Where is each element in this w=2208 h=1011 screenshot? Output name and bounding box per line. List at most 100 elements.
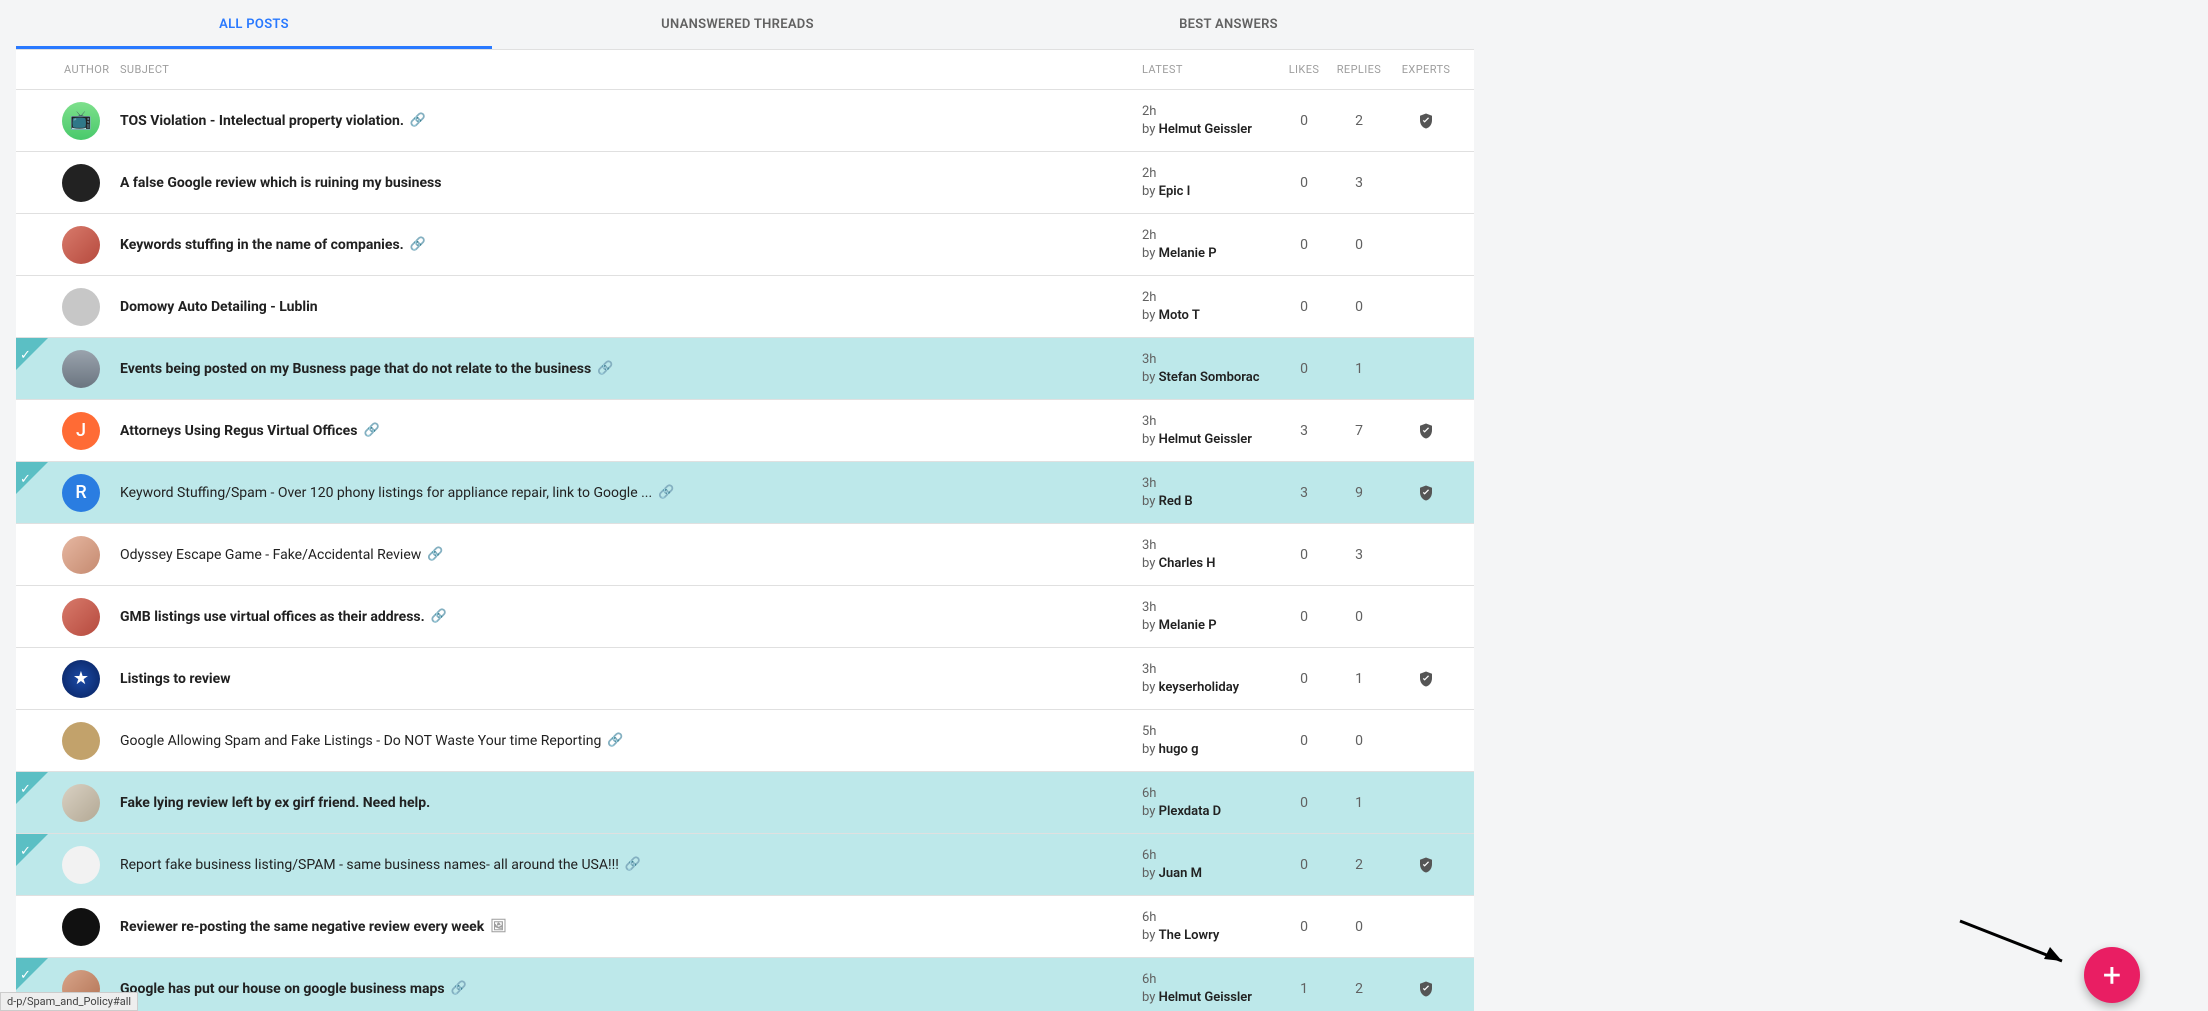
thread-row[interactable]: ✓★Listings to review3hby keyserholiday01 bbox=[16, 648, 1474, 710]
resolved-check-icon: ✓ bbox=[20, 844, 31, 859]
thread-row[interactable]: ✓Google Allowing Spam and Fake Listings … bbox=[16, 710, 1474, 772]
likes-cell: 0 bbox=[1280, 175, 1328, 191]
avatar[interactable] bbox=[62, 226, 100, 264]
latest-cell: 2hby Epic I bbox=[1142, 165, 1280, 200]
subject-cell[interactable]: Events being posted on my Busness page t… bbox=[120, 361, 1142, 377]
latest-time: 3h bbox=[1142, 661, 1280, 679]
tab-best-answers[interactable]: BEST ANSWERS bbox=[983, 0, 1474, 49]
link-icon: 🔗 bbox=[427, 547, 443, 562]
replies-cell: 2 bbox=[1332, 981, 1386, 997]
subject-cell[interactable]: GMB listings use virtual offices as thei… bbox=[120, 609, 1142, 625]
experts-cell bbox=[1390, 855, 1462, 875]
new-post-fab[interactable]: + bbox=[2084, 947, 2140, 1003]
subject-text: Google Allowing Spam and Fake Listings -… bbox=[120, 733, 601, 749]
subject-cell[interactable]: Google Allowing Spam and Fake Listings -… bbox=[120, 733, 1142, 749]
author-cell bbox=[16, 908, 120, 946]
subject-cell[interactable]: Google has put our house on google busin… bbox=[120, 981, 1142, 997]
subject-cell[interactable]: Odyssey Escape Game - Fake/Accidental Re… bbox=[120, 547, 1142, 563]
expert-shield-icon bbox=[1417, 421, 1435, 441]
thread-row[interactable]: ✓📺TOS Violation - Intelectual property v… bbox=[16, 90, 1474, 152]
link-icon: 🔗 bbox=[451, 981, 467, 996]
latest-cell: 6hby Helmut Geissler bbox=[1142, 971, 1280, 1006]
latest-author[interactable]: Juan M bbox=[1159, 866, 1202, 881]
latest-author[interactable]: keyserholiday bbox=[1159, 680, 1240, 695]
link-icon: 🔗 bbox=[607, 733, 623, 748]
latest-author[interactable]: Red B bbox=[1159, 494, 1193, 509]
experts-cell bbox=[1390, 483, 1462, 503]
thread-row[interactable]: ✓Events being posted on my Busness page … bbox=[16, 338, 1474, 400]
subject-cell[interactable]: Fake lying review left by ex girf friend… bbox=[120, 795, 1142, 811]
avatar[interactable] bbox=[62, 722, 100, 760]
avatar[interactable] bbox=[62, 288, 100, 326]
latest-author[interactable]: Moto T bbox=[1159, 308, 1200, 323]
latest-byline: by keyserholiday bbox=[1142, 680, 1239, 695]
thread-row[interactable]: ✓Domowy Auto Detailing - Lublin2hby Moto… bbox=[16, 276, 1474, 338]
thread-row[interactable]: ✓Fake lying review left by ex girf frien… bbox=[16, 772, 1474, 834]
avatar[interactable]: R bbox=[62, 474, 100, 512]
subject-text: Odyssey Escape Game - Fake/Accidental Re… bbox=[120, 547, 421, 563]
latest-author[interactable]: The Lowry bbox=[1159, 928, 1220, 943]
thread-row[interactable]: ✓RKeyword Stuffing/Spam - Over 120 phony… bbox=[16, 462, 1474, 524]
replies-cell: 0 bbox=[1332, 299, 1386, 315]
tab-all-posts[interactable]: ALL POSTS bbox=[16, 0, 492, 49]
subject-cell[interactable]: Domowy Auto Detailing - Lublin bbox=[120, 299, 1142, 315]
subject-cell[interactable]: A false Google review which is ruining m… bbox=[120, 175, 1142, 191]
thread-row[interactable]: ✓Keywords stuffing in the name of compan… bbox=[16, 214, 1474, 276]
avatar[interactable] bbox=[62, 350, 100, 388]
avatar[interactable] bbox=[62, 536, 100, 574]
latest-byline: by Stefan Somborac bbox=[1142, 370, 1259, 385]
thread-row[interactable]: ✓JAttorneys Using Regus Virtual Offices🔗… bbox=[16, 400, 1474, 462]
latest-author[interactable]: Stefan Somborac bbox=[1159, 370, 1260, 385]
subject-cell[interactable]: Attorneys Using Regus Virtual Offices🔗 bbox=[120, 423, 1142, 439]
latest-author[interactable]: Epic I bbox=[1159, 184, 1191, 199]
link-icon: 🔗 bbox=[625, 857, 641, 872]
avatar[interactable] bbox=[62, 164, 100, 202]
latest-author[interactable]: Melanie P bbox=[1159, 618, 1217, 633]
latest-author[interactable]: Charles H bbox=[1159, 556, 1216, 571]
subject-cell[interactable]: Reviewer re-posting the same negative re… bbox=[120, 919, 1142, 935]
thread-row[interactable]: ✓ Report fake business listing/SPAM - sam… bbox=[16, 834, 1474, 896]
latest-time: 3h bbox=[1142, 537, 1280, 555]
latest-byline: by hugo g bbox=[1142, 742, 1199, 757]
avatar[interactable]: ★ bbox=[62, 660, 100, 698]
experts-cell bbox=[1390, 111, 1462, 131]
avatar[interactable] bbox=[62, 598, 100, 636]
likes-cell: 0 bbox=[1280, 547, 1328, 563]
latest-author[interactable]: hugo g bbox=[1159, 742, 1199, 757]
subject-cell[interactable]: Report fake business listing/SPAM - same… bbox=[120, 857, 1142, 873]
avatar[interactable] bbox=[62, 908, 100, 946]
latest-author[interactable]: Helmut Geissler bbox=[1159, 990, 1252, 1005]
likes-cell: 0 bbox=[1280, 919, 1328, 935]
subject-cell[interactable]: Keyword Stuffing/Spam - Over 120 phony l… bbox=[120, 485, 1142, 501]
author-cell: ★ bbox=[16, 660, 120, 698]
thread-row[interactable]: ✓ Google has put our house on google busi… bbox=[16, 958, 1474, 1011]
tab-unanswered-threads[interactable]: UNANSWERED THREADS bbox=[492, 0, 983, 49]
replies-cell: 3 bbox=[1332, 175, 1386, 191]
resolved-check-icon: ✓ bbox=[20, 968, 31, 983]
col-header-experts: EXPERTS bbox=[1390, 63, 1462, 76]
subject-cell[interactable]: Listings to review bbox=[120, 671, 1142, 687]
link-icon: 🔗 bbox=[410, 113, 426, 128]
latest-time: 3h bbox=[1142, 599, 1280, 617]
latest-author[interactable]: Helmut Geissler bbox=[1159, 432, 1252, 447]
thread-row[interactable]: ✓Reviewer re-posting the same negative r… bbox=[16, 896, 1474, 958]
avatar[interactable] bbox=[62, 846, 100, 884]
avatar[interactable] bbox=[62, 784, 100, 822]
avatar[interactable]: 📺 bbox=[62, 102, 100, 140]
thread-list: ✓ 📺 TOS Violation - Intelectual property v… bbox=[16, 90, 1474, 1011]
latest-time: 2h bbox=[1142, 103, 1280, 121]
thread-row[interactable]: ✓GMB listings use virtual offices as the… bbox=[16, 586, 1474, 648]
latest-author[interactable]: Helmut Geissler bbox=[1159, 122, 1252, 137]
latest-author[interactable]: Plexdata D bbox=[1159, 804, 1222, 819]
subject-cell[interactable]: Keywords stuffing in the name of compani… bbox=[120, 237, 1142, 253]
expert-shield-icon bbox=[1417, 979, 1435, 999]
latest-cell: 3hby Helmut Geissler bbox=[1142, 413, 1280, 448]
subject-cell[interactable]: TOS Violation - Intelectual property vio… bbox=[120, 113, 1142, 129]
avatar[interactable]: J bbox=[62, 412, 100, 450]
subject-text: Events being posted on my Busness page t… bbox=[120, 361, 591, 377]
latest-author[interactable]: Melanie P bbox=[1159, 246, 1217, 261]
latest-cell: 6hby Plexdata D bbox=[1142, 785, 1280, 820]
thread-row[interactable]: ✓Odyssey Escape Game - Fake/Accidental R… bbox=[16, 524, 1474, 586]
thread-row[interactable]: ✓A false Google review which is ruining … bbox=[16, 152, 1474, 214]
replies-cell: 2 bbox=[1332, 113, 1386, 129]
